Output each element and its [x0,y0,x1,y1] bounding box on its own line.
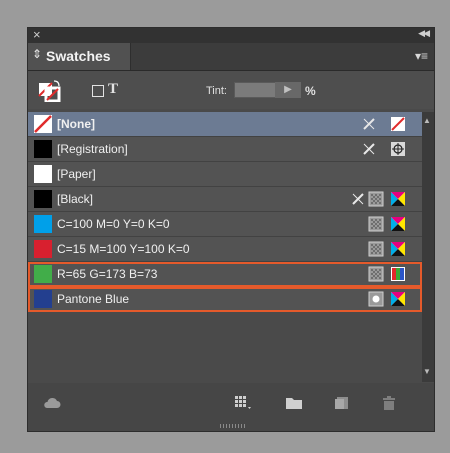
rgb-mode-icon [391,267,405,281]
new-swatch-icon[interactable] [333,395,353,411]
scroll-up-icon[interactable]: ▲ [423,116,431,125]
scrollbar[interactable]: ▲ ▼ [422,112,434,382]
fill-stroke-icon[interactable] [38,80,62,102]
swatch-name: [None] [57,117,95,131]
panel-bottom-bar [28,383,434,431]
swatches-toolbar: T Tint: ▶ % [28,71,434,109]
panel-menu-icon[interactable]: ▾≡ [415,49,428,63]
process-color-icon [368,216,384,232]
swatch-row-registration[interactable]: [Registration] [28,137,422,162]
tint-label: Tint: [206,85,227,97]
process-color-icon [368,241,384,257]
swatch-red-chip [34,240,52,258]
swatch-name: C=15 M=100 Y=100 K=0 [57,242,190,256]
swatch-none-chip [34,115,52,133]
cmyk-mode-icon [391,292,405,306]
trash-icon[interactable] [379,395,399,411]
cmyk-mode-icon [391,242,405,256]
formatting-container-icon[interactable] [92,85,104,97]
swatch-name: C=100 M=0 Y=0 K=0 [57,217,170,231]
swatch-name: R=65 G=173 B=73 [57,267,158,281]
no-edit-pencil-icon [363,118,375,130]
swatch-view-options-icon[interactable] [234,395,254,411]
swatch-row-paper[interactable]: [Paper] [28,162,422,187]
scroll-down-icon[interactable]: ▼ [423,367,431,376]
process-color-icon [368,266,384,282]
swatch-list: [None] [Registration] [Paper] [Black] C=… [28,112,422,382]
swatch-name: [Black] [57,192,94,206]
chevron-updown-icon: ⇕ [32,47,43,61]
swatch-registration-chip [34,140,52,158]
swatch-row-green[interactable]: R=65 G=173 B=73 [28,262,422,287]
cmyk-mode-icon [391,192,405,206]
tint-input[interactable] [234,82,276,98]
double-chevron-left-icon[interactable]: ◀◀ [418,28,430,39]
swatch-cyan-chip [34,215,52,233]
none-mode-icon [391,117,405,131]
spot-color-icon [368,291,384,307]
cloud-icon[interactable] [42,395,62,411]
swatch-row-none[interactable]: [None] [28,112,422,137]
tab-label: Swatches [46,48,111,64]
close-icon[interactable]: × [33,27,41,42]
swatch-pantone-blue-chip [34,290,52,308]
panel-titlebar: × ◀◀ [28,27,434,43]
tint-slider-toggle[interactable]: ▶ [275,82,301,98]
registration-mode-icon [391,142,405,156]
tint-unit: % [305,84,316,98]
formatting-text-icon[interactable]: T [108,81,118,98]
resize-grip[interactable] [220,424,246,428]
swatch-paper-chip [34,165,52,183]
process-color-icon [368,191,384,207]
tab-row: ⇕ Swatches ▾≡ [28,43,434,71]
swatch-row-cyan[interactable]: C=100 M=0 Y=0 K=0 [28,212,422,237]
swatch-name: [Registration] [57,142,128,156]
swatch-row-pantone-blue[interactable]: Pantone Blue [28,287,422,312]
folder-icon[interactable] [284,395,304,411]
no-edit-pencil-icon [352,193,364,205]
tab-swatches[interactable]: ⇕ Swatches [28,43,131,70]
cmyk-mode-icon [391,217,405,231]
swatches-panel: × ◀◀ ⇕ Swatches ▾≡ T Tint: ▶ % [None] [R… [27,27,435,432]
swatch-black-chip [34,190,52,208]
swatch-row-black[interactable]: [Black] [28,187,422,212]
swatch-green-chip [34,265,52,283]
swatch-row-red[interactable]: C=15 M=100 Y=100 K=0 [28,237,422,262]
swatch-name: Pantone Blue [57,292,130,306]
no-edit-pencil-icon [363,143,375,155]
swatch-name: [Paper] [57,167,96,181]
